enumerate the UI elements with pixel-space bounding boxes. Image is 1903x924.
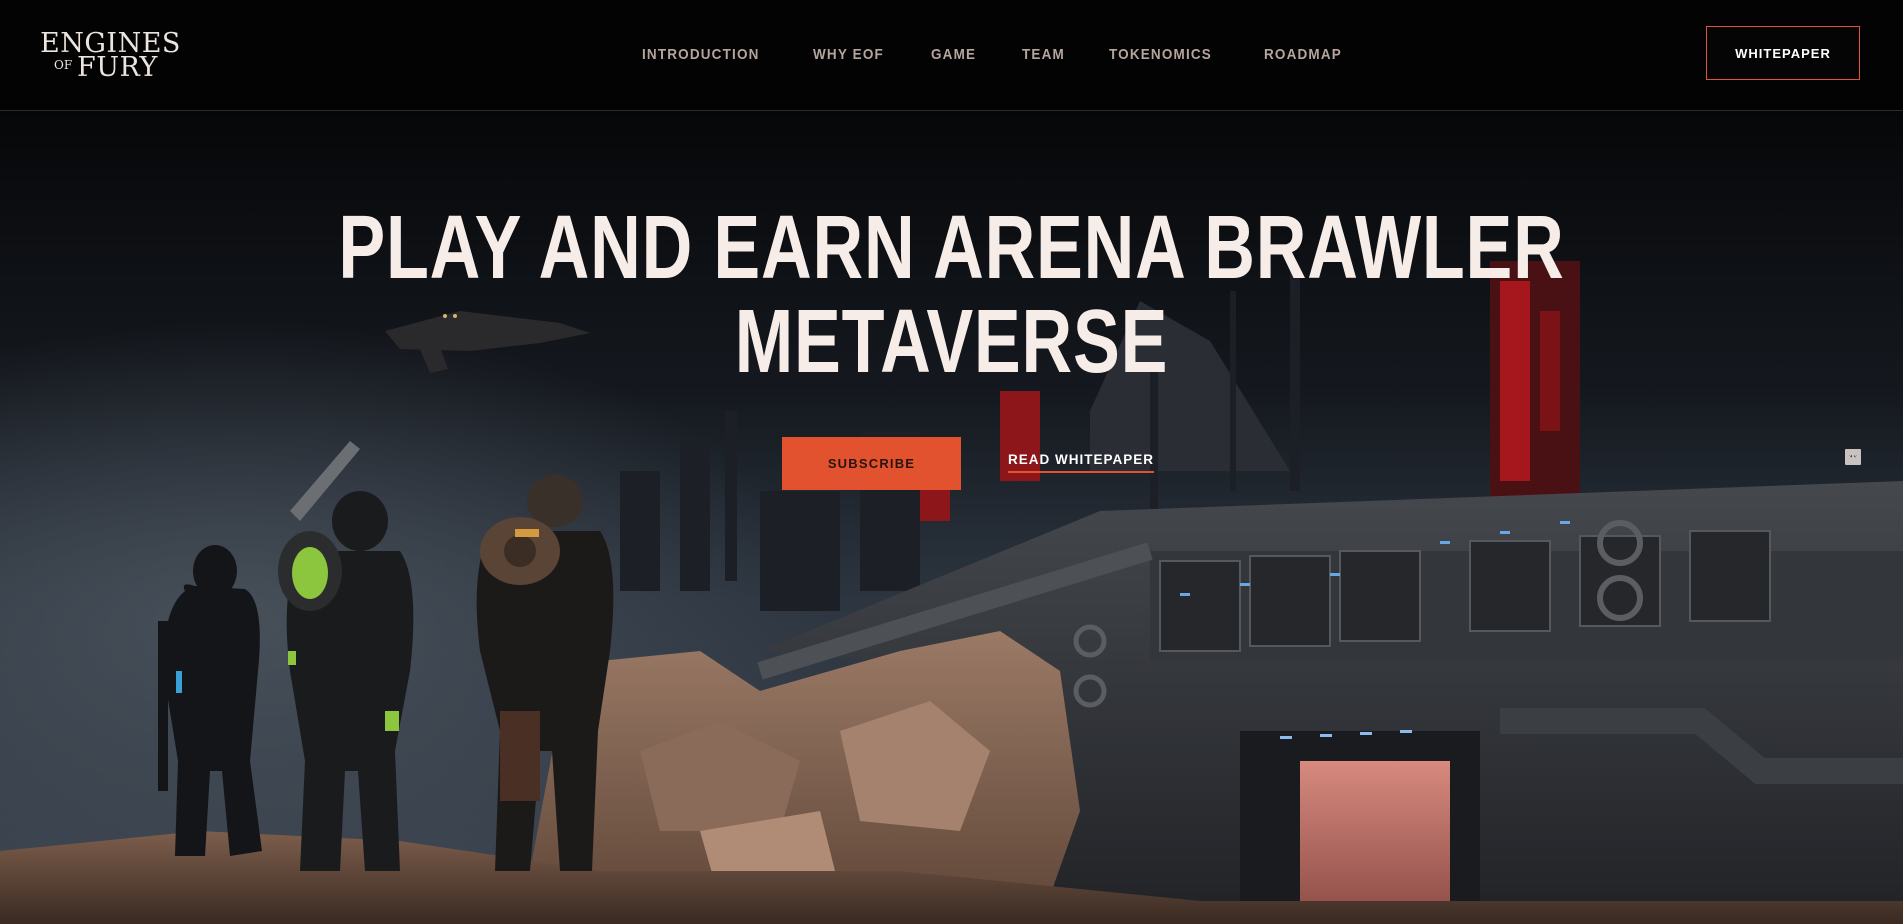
twitter-icon[interactable] [1845, 449, 1865, 509]
whitepaper-button[interactable]: WHITEPAPER [1706, 26, 1860, 80]
social-links [1845, 449, 1865, 689]
logo-text-line3: FURY [77, 52, 158, 83]
hero-section: PLAY AND EARN ARENA BRAWLER METAVERSE SU… [0, 111, 1903, 924]
read-whitepaper-link[interactable]: READ WHITEPAPER [1008, 452, 1155, 473]
medium-icon[interactable] [1845, 449, 1865, 549]
logo-text-line2: OF [54, 58, 73, 72]
nav-game[interactable]: GAME [931, 46, 976, 63]
discord-icon[interactable] [1845, 449, 1865, 589]
nav-tokenomics[interactable]: TOKENOMICS [1109, 46, 1212, 63]
subscribe-button[interactable]: SUBSCRIBE [782, 437, 961, 490]
nav-why-eof[interactable]: WHY EOF [813, 46, 884, 63]
headline-line1: PLAY AND EARN ARENA BRAWLER [338, 198, 1565, 298]
hero-headline: PLAY AND EARN ARENA BRAWLER METAVERSE [209, 201, 1693, 389]
tiktok-icon[interactable] [1845, 449, 1865, 669]
main-nav: INTRODUCTION WHY EOF GAME TEAM TOKENOMIC… [642, 46, 1390, 63]
instagram-icon[interactable] [1845, 449, 1865, 629]
nav-introduction[interactable]: INTRODUCTION [642, 46, 760, 63]
engines-of-fury-logo[interactable]: ENGINES OF FURY [40, 28, 180, 83]
headline-line2: METAVERSE [734, 292, 1169, 392]
site-header: ENGINES OF FURY INTRODUCTION WHY EOF GAM… [0, 0, 1903, 111]
nav-roadmap[interactable]: ROADMAP [1264, 46, 1342, 63]
nav-team[interactable]: TEAM [1022, 46, 1065, 63]
